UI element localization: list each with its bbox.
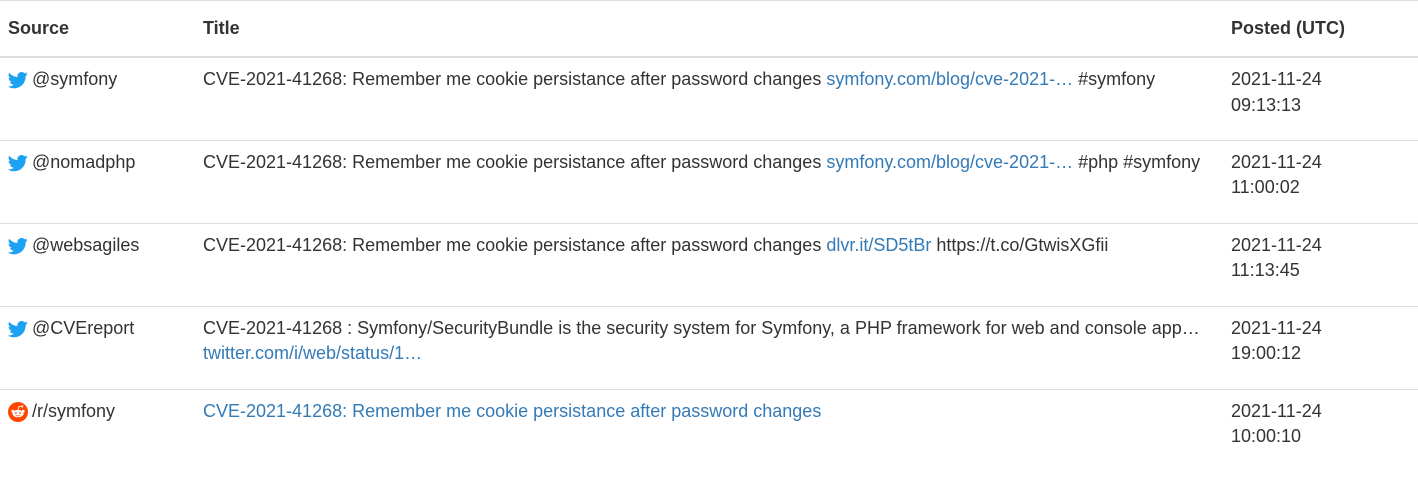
source-cell: /r/symfony bbox=[0, 389, 195, 472]
source-cell: @symfony bbox=[0, 57, 195, 141]
title-cell: CVE-2021-41268 : Symfony/SecurityBundle … bbox=[195, 306, 1223, 390]
twitter-icon bbox=[8, 153, 28, 173]
posted-date: 2021-11-24 bbox=[1231, 151, 1322, 172]
title-text: CVE-2021-41268 : Symfony/SecurityBundle … bbox=[203, 317, 1200, 338]
title-tail: https://t.co/GtwisXGfii bbox=[931, 234, 1109, 255]
posted-date: 2021-11-24 bbox=[1231, 317, 1322, 338]
title-link[interactable]: dlvr.it/SD5tBr bbox=[826, 235, 931, 255]
source-handle: /r/symfony bbox=[32, 400, 116, 421]
title-link[interactable]: symfony.com/blog/cve-2021-… bbox=[826, 152, 1073, 172]
title-text: CVE-2021-41268: Remember me cookie persi… bbox=[203, 151, 827, 172]
title-cell: CVE-2021-41268: Remember me cookie persi… bbox=[195, 223, 1223, 307]
table-row: /r/symfony CVE-2021-41268: Remember me c… bbox=[0, 389, 1418, 472]
title-tail: #php #symfony bbox=[1073, 151, 1201, 172]
source-handle: @CVEreport bbox=[32, 317, 135, 338]
posted-cell: 2021-11-24 11:13:45 bbox=[1223, 223, 1418, 307]
posted-date: 2021-11-24 bbox=[1231, 69, 1322, 89]
source-handle: @symfony bbox=[32, 69, 118, 89]
table-header-row: Source Title Posted (UTC) bbox=[0, 0, 1418, 58]
posted-cell: 2021-11-24 11:00:02 bbox=[1223, 140, 1418, 224]
column-header-source: Source bbox=[0, 0, 195, 58]
twitter-icon bbox=[8, 319, 28, 339]
title-link[interactable]: CVE-2021-41268: Remember me cookie persi… bbox=[203, 401, 821, 421]
source-handle: @nomadphp bbox=[32, 151, 136, 172]
table-body: @symfony CVE-2021-41268: Remember me coo… bbox=[0, 57, 1418, 472]
title-text: CVE-2021-41268: Remember me cookie persi… bbox=[203, 69, 827, 89]
title-cell: CVE-2021-41268: Remember me cookie persi… bbox=[195, 389, 1223, 472]
posted-date: 2021-11-24 bbox=[1231, 234, 1322, 255]
title-tail: #symfony bbox=[1073, 69, 1156, 89]
table-row: @CVEreport CVE-2021-41268 : Symfony/Secu… bbox=[0, 306, 1418, 390]
posted-time: 11:13:45 bbox=[1231, 260, 1300, 281]
twitter-icon bbox=[8, 236, 28, 256]
posted-cell: 2021-11-24 19:00:12 bbox=[1223, 306, 1418, 390]
table-row: @websagiles CVE-2021-41268: Remember me … bbox=[0, 223, 1418, 307]
source-cell: @nomadphp bbox=[0, 140, 195, 224]
posted-time: 19:00:12 bbox=[1231, 343, 1302, 364]
posted-time: 11:00:02 bbox=[1231, 177, 1300, 198]
reddit-icon bbox=[8, 401, 28, 422]
source-cell: @CVEreport bbox=[0, 306, 195, 390]
posted-date: 2021-11-24 bbox=[1231, 400, 1322, 421]
posted-cell: 2021-11-24 09:13:13 bbox=[1223, 57, 1418, 141]
posted-time: 09:13:13 bbox=[1231, 94, 1302, 115]
posted-cell: 2021-11-24 10:00:10 bbox=[1223, 389, 1418, 472]
source-handle: @websagiles bbox=[32, 234, 140, 255]
title-link[interactable]: twitter.com/i/web/status/1… bbox=[203, 343, 422, 363]
posted-time: 10:00:10 bbox=[1231, 426, 1302, 447]
mentions-table: Source Title Posted (UTC) @symfony CVE-2… bbox=[0, 0, 1418, 472]
table-row: @nomadphp CVE-2021-41268: Remember me co… bbox=[0, 140, 1418, 224]
title-link[interactable]: symfony.com/blog/cve-2021-… bbox=[826, 69, 1073, 89]
title-cell: CVE-2021-41268: Remember me cookie persi… bbox=[195, 57, 1223, 141]
table-row: @symfony CVE-2021-41268: Remember me coo… bbox=[0, 57, 1418, 141]
title-text: CVE-2021-41268: Remember me cookie persi… bbox=[203, 234, 827, 255]
twitter-icon bbox=[8, 70, 28, 90]
source-cell: @websagiles bbox=[0, 223, 195, 307]
column-header-title: Title bbox=[195, 0, 1223, 58]
title-cell: CVE-2021-41268: Remember me cookie persi… bbox=[195, 140, 1223, 224]
column-header-posted: Posted (UTC) bbox=[1223, 0, 1418, 58]
